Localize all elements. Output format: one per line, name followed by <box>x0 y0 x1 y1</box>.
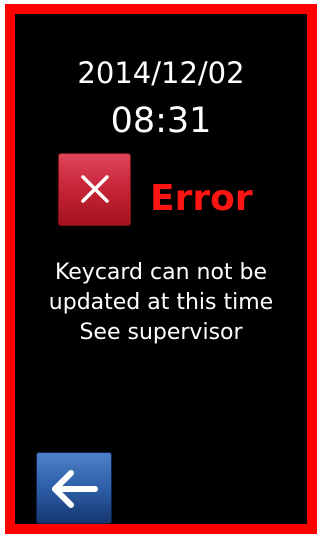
back-button[interactable] <box>36 452 112 524</box>
error-icon <box>58 153 131 226</box>
error-message-line: Keycard can not be <box>54 260 268 285</box>
date-display: 2014/12/02 <box>77 56 245 90</box>
error-message-line: updated at this time <box>48 290 274 315</box>
error-message-line: See supervisor <box>79 320 243 345</box>
error-message: Keycard can not be updated at this time … <box>15 258 307 348</box>
arrow-left-icon <box>52 470 98 508</box>
close-icon <box>81 175 109 203</box>
device-screen: 2014/12/02 08:31 Error Keycard can not b… <box>15 14 307 524</box>
time-display: 08:31 <box>110 101 212 141</box>
error-frame: 2014/12/02 08:31 Error Keycard can not b… <box>5 4 317 534</box>
error-label: Error <box>150 178 253 219</box>
